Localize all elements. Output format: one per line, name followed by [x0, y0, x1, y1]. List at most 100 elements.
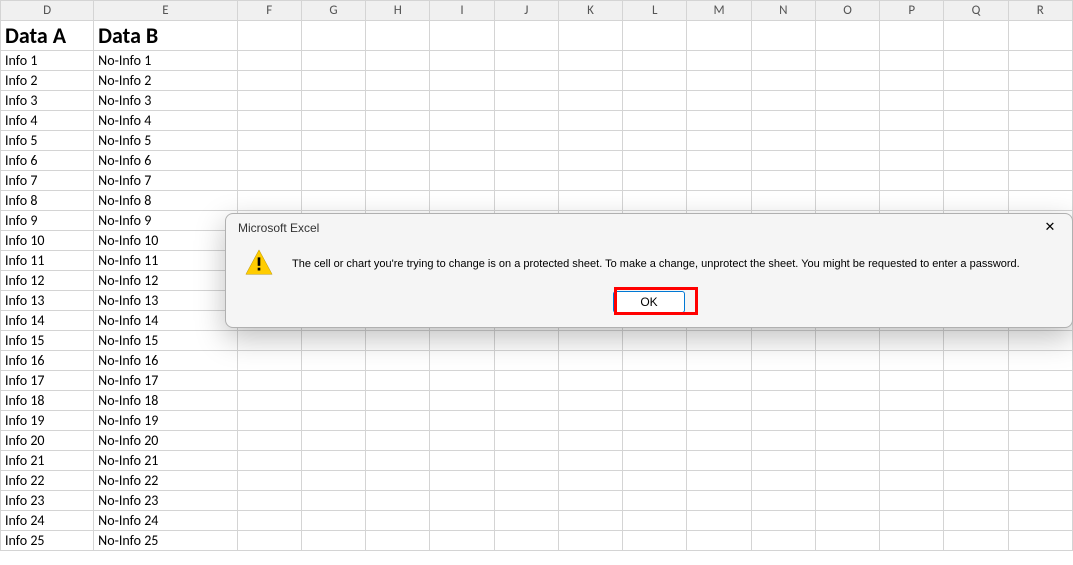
cell[interactable] [815, 151, 879, 171]
cell[interactable] [623, 51, 687, 71]
cell[interactable]: No-Info 8 [94, 191, 238, 211]
cell[interactable] [558, 21, 622, 51]
cell[interactable] [751, 471, 815, 491]
cell[interactable] [494, 431, 558, 451]
cell[interactable]: Info 12 [1, 271, 94, 291]
cell[interactable] [623, 351, 687, 371]
cell[interactable] [558, 171, 622, 191]
cell[interactable] [430, 331, 494, 351]
cell[interactable] [558, 351, 622, 371]
cell[interactable] [301, 511, 365, 531]
cell[interactable] [751, 371, 815, 391]
cell[interactable] [944, 51, 1008, 71]
cell[interactable] [558, 471, 622, 491]
cell[interactable] [1008, 371, 1072, 391]
cell[interactable] [430, 431, 494, 451]
cell[interactable] [623, 21, 687, 51]
cell[interactable] [815, 111, 879, 131]
cell[interactable]: Info 2 [1, 71, 94, 91]
cell[interactable] [944, 471, 1008, 491]
cell[interactable]: Info 16 [1, 351, 94, 371]
cell[interactable] [301, 351, 365, 371]
cell[interactable]: Info 6 [1, 151, 94, 171]
cell[interactable] [687, 191, 751, 211]
cell[interactable] [301, 471, 365, 491]
cell[interactable] [687, 411, 751, 431]
column-header-O[interactable]: O [815, 1, 879, 21]
cell[interactable]: Info 3 [1, 91, 94, 111]
cell[interactable] [751, 71, 815, 91]
cell[interactable] [237, 191, 301, 211]
cell[interactable] [366, 131, 430, 151]
cell[interactable] [558, 71, 622, 91]
cell[interactable] [751, 151, 815, 171]
cell[interactable] [237, 111, 301, 131]
cell[interactable] [623, 451, 687, 471]
cell[interactable] [687, 131, 751, 151]
cell[interactable] [880, 371, 944, 391]
cell[interactable] [815, 51, 879, 71]
cell[interactable] [623, 371, 687, 391]
cell[interactable] [1008, 391, 1072, 411]
cell[interactable] [623, 111, 687, 131]
cell[interactable] [366, 151, 430, 171]
cell[interactable] [558, 131, 622, 151]
cell[interactable] [430, 471, 494, 491]
cell[interactable] [1008, 131, 1072, 151]
cell[interactable] [1008, 471, 1072, 491]
cell[interactable] [301, 391, 365, 411]
cell[interactable] [1008, 491, 1072, 511]
cell[interactable] [944, 171, 1008, 191]
column-header-H[interactable]: H [366, 1, 430, 21]
cell[interactable] [430, 451, 494, 471]
cell[interactable] [366, 171, 430, 191]
cell[interactable] [430, 191, 494, 211]
cell[interactable]: Info 7 [1, 171, 94, 191]
cell[interactable] [687, 491, 751, 511]
cell[interactable] [623, 531, 687, 551]
cell[interactable] [815, 91, 879, 111]
cell[interactable] [558, 191, 622, 211]
cell[interactable] [880, 71, 944, 91]
cell[interactable] [366, 191, 430, 211]
header-cell-E[interactable]: Data B [94, 21, 238, 51]
cell[interactable]: Info 9 [1, 211, 94, 231]
cell[interactable] [366, 51, 430, 71]
cell[interactable] [623, 491, 687, 511]
cell[interactable] [751, 21, 815, 51]
cell[interactable] [494, 451, 558, 471]
cell[interactable] [301, 111, 365, 131]
cell[interactable] [237, 21, 301, 51]
cell[interactable] [366, 391, 430, 411]
cell[interactable] [687, 21, 751, 51]
cell[interactable] [751, 191, 815, 211]
cell[interactable] [301, 71, 365, 91]
cell[interactable] [944, 91, 1008, 111]
cell[interactable] [558, 331, 622, 351]
cell[interactable]: Info 22 [1, 471, 94, 491]
cell[interactable] [880, 91, 944, 111]
cell[interactable] [301, 131, 365, 151]
cell[interactable] [880, 531, 944, 551]
cell[interactable] [237, 411, 301, 431]
cell[interactable] [815, 131, 879, 151]
cell[interactable] [366, 111, 430, 131]
cell[interactable] [1008, 451, 1072, 471]
cell[interactable] [301, 491, 365, 511]
cell[interactable] [944, 431, 1008, 451]
cell[interactable] [237, 91, 301, 111]
cell[interactable] [494, 51, 558, 71]
cell[interactable]: No-Info 6 [94, 151, 238, 171]
cell[interactable]: Info 24 [1, 511, 94, 531]
column-header-D[interactable]: D [1, 1, 94, 21]
cell[interactable] [237, 391, 301, 411]
cell[interactable] [944, 191, 1008, 211]
cell[interactable]: No-Info 24 [94, 511, 238, 531]
cell[interactable] [430, 491, 494, 511]
cell[interactable] [301, 371, 365, 391]
cell[interactable] [366, 331, 430, 351]
cell[interactable] [558, 151, 622, 171]
cell[interactable]: Info 15 [1, 331, 94, 351]
cell[interactable] [880, 411, 944, 431]
cell[interactable] [1008, 51, 1072, 71]
